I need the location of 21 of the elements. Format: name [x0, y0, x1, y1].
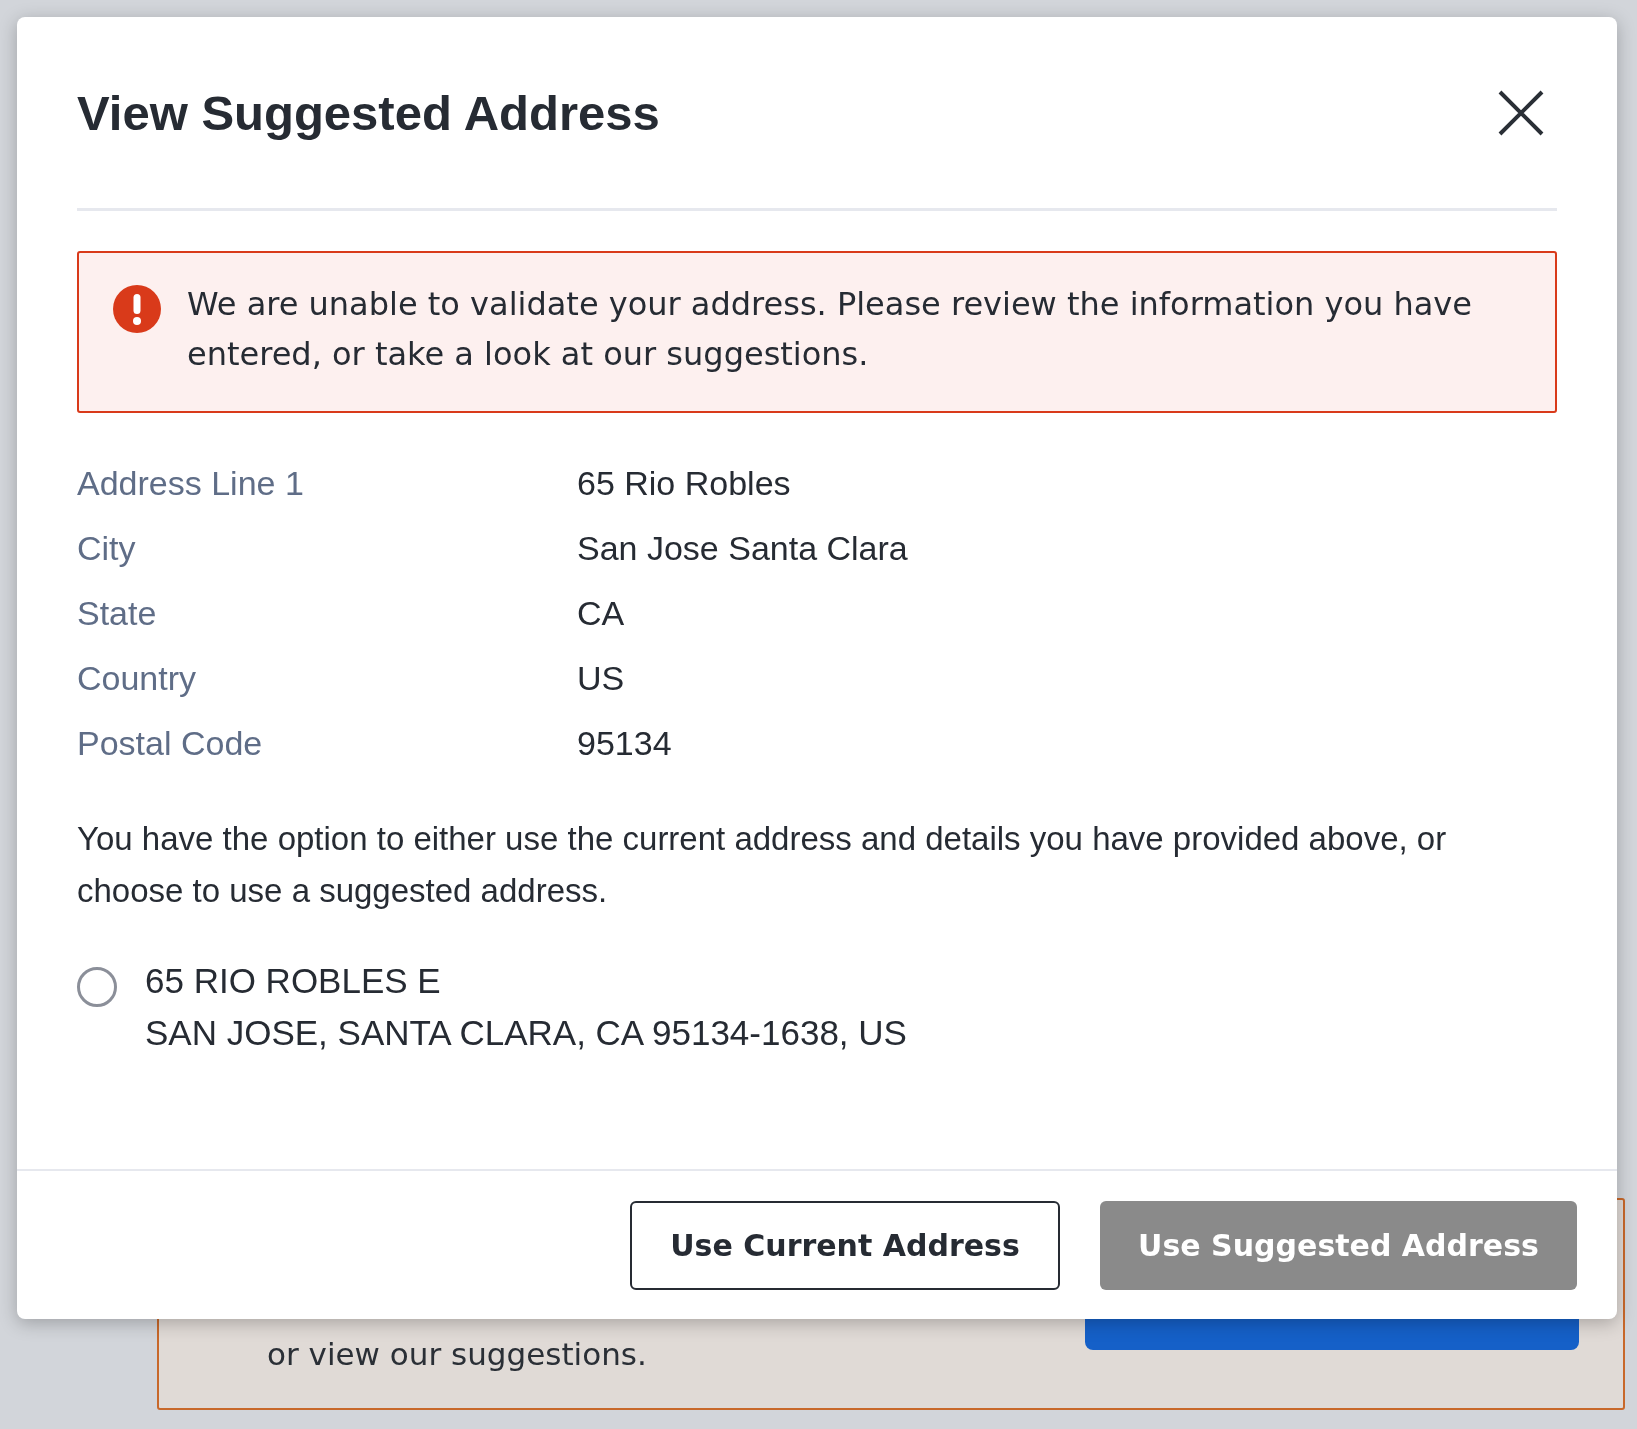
use-current-button[interactable]: Use Current Address	[630, 1201, 1060, 1290]
field-label: City	[77, 528, 137, 569]
instructions-text: You have the option to either use the current address and details you have provided above, or choose to use a suggested address.	[77, 819, 1448, 911]
banner-text: or view our suggestions.	[267, 1336, 647, 1372]
address-line[interactable]: 65 RIO ROBLES E	[145, 955, 907, 1007]
field-label: Postal Code	[77, 723, 264, 764]
close-icon	[1497, 88, 1545, 137]
field-value: 65 Rio Robles	[577, 463, 792, 504]
dialog-title: View Suggested Address	[77, 84, 660, 141]
alert-message: We are unable to validate your address. Please review the information you have entered, or take a look at our suggestions.	[187, 284, 1473, 375]
address-line[interactable]: SAN JOSE, SANTA CLARA, CA 95134-1638, US	[145, 1007, 907, 1059]
field-value: San Jose Santa Clara	[577, 528, 909, 569]
field-label: Country	[77, 658, 198, 699]
close-button[interactable]	[1497, 88, 1545, 137]
field-label: State	[77, 593, 158, 634]
field-value: 95134	[577, 723, 673, 764]
field-value: US	[577, 658, 626, 699]
radio-button[interactable]	[77, 967, 117, 1007]
field-value: CA	[577, 593, 626, 634]
exclamation-icon	[113, 285, 161, 333]
field-label: Address Line 1	[77, 463, 305, 504]
